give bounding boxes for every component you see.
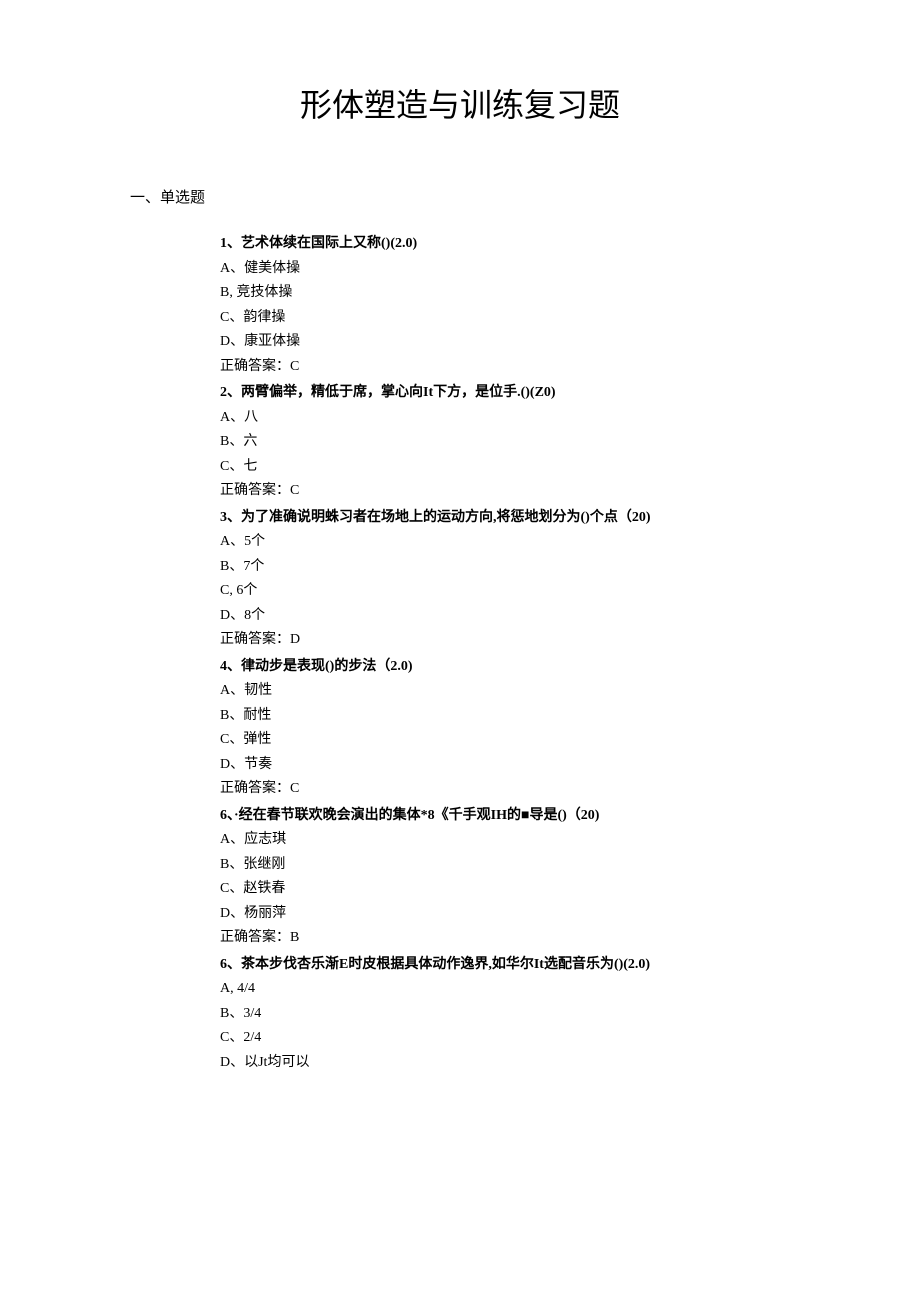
- option: A, 4/4: [220, 977, 820, 1002]
- option: D、以Jt均可以: [220, 1051, 820, 1076]
- question-body: 、·经在春节联欢晚会演出的集体*8《千手观IH的■导是()（20): [227, 808, 599, 823]
- option: D、杨丽萍: [220, 902, 820, 927]
- question-body: 、茶本步伐杏乐渐E时皮根据具体动作逸界,如华尔It选配音乐为()(2.0): [227, 957, 650, 972]
- option: C、赵铁春: [220, 877, 820, 902]
- question-number: 2: [220, 385, 227, 400]
- question-text: 2、两臂偏举，精低于席，掌心向It下方，是位手.()(Z0): [220, 381, 820, 406]
- questions-container: 1、艺术体续在国际上又称()(2.0) A、健美体操 B, 竞技体操 C、韵律操…: [220, 232, 820, 1075]
- option: B、7个: [220, 555, 820, 580]
- option: A、健美体操: [220, 257, 820, 282]
- question-text: 4、律动步是表现()的步法（2.0): [220, 655, 820, 680]
- question-text: 6、茶本步伐杏乐渐E时皮根据具体动作逸界,如华尔It选配音乐为()(2.0): [220, 953, 820, 978]
- option: C, 6个: [220, 579, 820, 604]
- question-body: 、艺术体续在国际上又称()(2.0): [227, 236, 417, 251]
- option: A、应志琪: [220, 828, 820, 853]
- answer: 正确答案：B: [220, 926, 820, 951]
- question-number: 6: [220, 957, 227, 972]
- option: C、弹性: [220, 728, 820, 753]
- option: A、5个: [220, 530, 820, 555]
- question-body: 、律动步是表现()的步法（2.0): [227, 659, 413, 674]
- answer: 正确答案：C: [220, 479, 820, 504]
- option: C、2/4: [220, 1026, 820, 1051]
- question-text: 6、·经在春节联欢晚会演出的集体*8《千手观IH的■导是()（20): [220, 804, 820, 829]
- option: B、六: [220, 430, 820, 455]
- section-header: 一、单选题: [130, 186, 820, 207]
- option: D、节奏: [220, 753, 820, 778]
- question-number: 1: [220, 236, 227, 251]
- option: B, 竞技体操: [220, 281, 820, 306]
- option: B、张继刚: [220, 853, 820, 878]
- option: B、3/4: [220, 1002, 820, 1027]
- question-number: 6: [220, 808, 227, 823]
- option: D、8个: [220, 604, 820, 629]
- question-number: 4: [220, 659, 227, 674]
- option: C、七: [220, 455, 820, 480]
- option: A、八: [220, 406, 820, 431]
- question-text: 1、艺术体续在国际上又称()(2.0): [220, 232, 820, 257]
- question-body: 、两臂偏举，精低于席，掌心向It下方，是位手.()(Z0): [227, 385, 556, 400]
- page-title: 形体塑造与训练复习题: [100, 80, 820, 126]
- option: B、耐性: [220, 704, 820, 729]
- answer: 正确答案：C: [220, 777, 820, 802]
- answer: 正确答案：C: [220, 355, 820, 380]
- question-number: 3: [220, 510, 227, 525]
- question-body: 、为了准确说明蛛习者在场地上的运动方向,将惩地划分为()个点（20): [227, 510, 651, 525]
- answer: 正确答案：D: [220, 628, 820, 653]
- question-text: 3、为了准确说明蛛习者在场地上的运动方向,将惩地划分为()个点（20): [220, 506, 820, 531]
- option: A、韧性: [220, 679, 820, 704]
- option: C、韵律操: [220, 306, 820, 331]
- option: D、康亚体操: [220, 330, 820, 355]
